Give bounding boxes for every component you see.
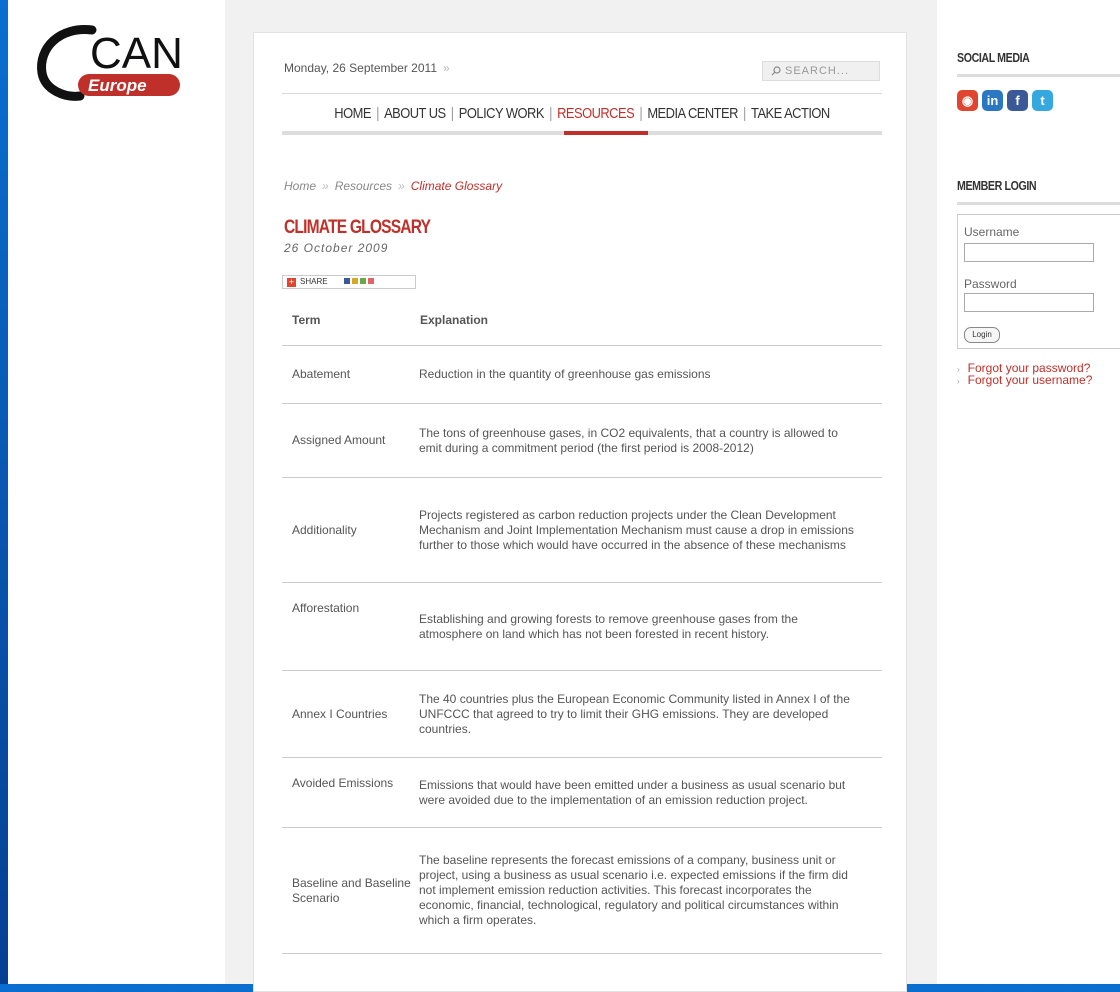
login-form: Username Password Login (957, 214, 1120, 349)
logo-text-small: Europe (88, 76, 147, 95)
rss-icon[interactable]: ◉ (957, 90, 978, 111)
share-service-icon (359, 278, 366, 284)
main-panel: Monday, 26 September 2011» SEARCH... HOM… (253, 32, 907, 992)
sidebar: SOCIAL MEDIA ◉ in f t MEMBER LOGIN Username… (937, 0, 1120, 984)
column-header-term: Term (292, 313, 321, 327)
explanation-cell: Reduction in the quantity of greenhouse … (419, 345, 882, 404)
table-row (282, 953, 882, 974)
linkedin-icon[interactable]: in (982, 90, 1003, 111)
search-input[interactable]: SEARCH... (762, 61, 880, 81)
term-cell (282, 953, 419, 974)
social-icons: ◉ in f t (957, 90, 1057, 111)
term-cell: Afforestation (282, 582, 419, 671)
nav-item-about-us[interactable]: ABOUT US (381, 105, 449, 122)
table-row: Afforestation Establishing and growing f… (282, 582, 882, 671)
current-date: Monday, 26 September 2011» (284, 61, 450, 75)
page-title: CLIMATE GLOSSARY (284, 217, 431, 238)
username-field[interactable] (964, 243, 1094, 262)
explanation-cell: Emissions that would have been emitted u… (419, 757, 882, 828)
member-login-divider (957, 202, 1120, 205)
social-media-divider (957, 74, 1120, 77)
nav-item-home[interactable]: HOME (331, 105, 375, 122)
header-divider (282, 93, 882, 94)
explanation-cell: The 40 countries plus the European Econo… (419, 670, 882, 758)
share-button[interactable]: + SHARE (282, 275, 416, 289)
article-date: 26 October 2009 (284, 241, 389, 255)
logo-text-big: CAN (90, 29, 183, 78)
table-row: Additionality Projects registered as car… (282, 477, 882, 583)
term-cell: Abatement (282, 345, 419, 404)
breadcrumb-current: Climate Glossary (410, 179, 503, 193)
date-separator: » (443, 61, 450, 75)
plus-icon: + (287, 277, 296, 287)
nav-item-media-center[interactable]: MEDIA CENTER (644, 105, 741, 122)
nav-item-policy-work[interactable]: POLICY WORK (455, 105, 547, 122)
table-row: Assigned Amount The tons of greenhouse g… (282, 403, 882, 478)
explanation-cell (419, 953, 882, 974)
share-service-icon (343, 278, 350, 284)
can-europe-logo[interactable]: CAN Europe (30, 18, 190, 108)
share-service-icon (367, 278, 374, 284)
breadcrumb-resources[interactable]: Resources (335, 179, 392, 193)
nav-item-take-action[interactable]: TAKE ACTION (748, 105, 834, 122)
social-media-heading: SOCIAL MEDIA (957, 50, 1030, 65)
breadcrumb: Home» Resources» Climate Glossary (284, 179, 503, 193)
table-header-row: Term Explanation (282, 295, 882, 346)
twitter-icon[interactable]: t (1032, 90, 1053, 111)
table-row: Avoided Emissions Emissions that would h… (282, 757, 882, 828)
explanation-cell: Establishing and growing forests to remo… (419, 582, 882, 671)
explanation-cell: The baseline represents the forecast emi… (419, 827, 882, 954)
table-row: Abatement Reduction in the quantity of g… (282, 345, 882, 404)
explanation-cell: Projects registered as carbon reduction … (419, 477, 882, 583)
password-field[interactable] (964, 293, 1094, 312)
nav-item-resources[interactable]: RESOURCES (554, 105, 638, 122)
glossary-table: Term Explanation Abatement Reduction in … (282, 295, 882, 974)
share-service-icon (351, 278, 358, 284)
explanation-cell: The tons of greenhouse gases, in CO2 equ… (419, 403, 882, 478)
term-cell: Avoided Emissions (282, 757, 419, 828)
search-icon (771, 66, 781, 76)
main-nav: HOME | ABOUT US | POLICY WORK | RESOURCES | MEDI… (324, 105, 840, 122)
term-cell: Baseline and Baseline Scenario (282, 827, 419, 954)
breadcrumb-home[interactable]: Home (284, 179, 316, 193)
term-cell: Annex I Countries (282, 670, 419, 758)
member-login-heading: MEMBER LOGIN (957, 178, 1037, 193)
left-strip: CAN Europe (0, 0, 225, 984)
password-label: Password (964, 277, 1017, 291)
term-cell: Additionality (282, 477, 419, 583)
table-row: Baseline and Baseline Scenario The basel… (282, 827, 882, 954)
facebook-icon[interactable]: f (1007, 90, 1028, 111)
forgot-username-link[interactable]: › Forgot your username? (957, 373, 1092, 387)
username-label: Username (964, 225, 1020, 239)
arrow-right-icon: › (957, 377, 960, 386)
nav-active-indicator (564, 131, 648, 135)
column-header-explanation: Explanation (420, 313, 489, 327)
login-button[interactable]: Login (964, 327, 1000, 343)
table-row: Annex I Countries The 40 countries plus … (282, 670, 882, 758)
term-cell: Assigned Amount (282, 403, 419, 478)
